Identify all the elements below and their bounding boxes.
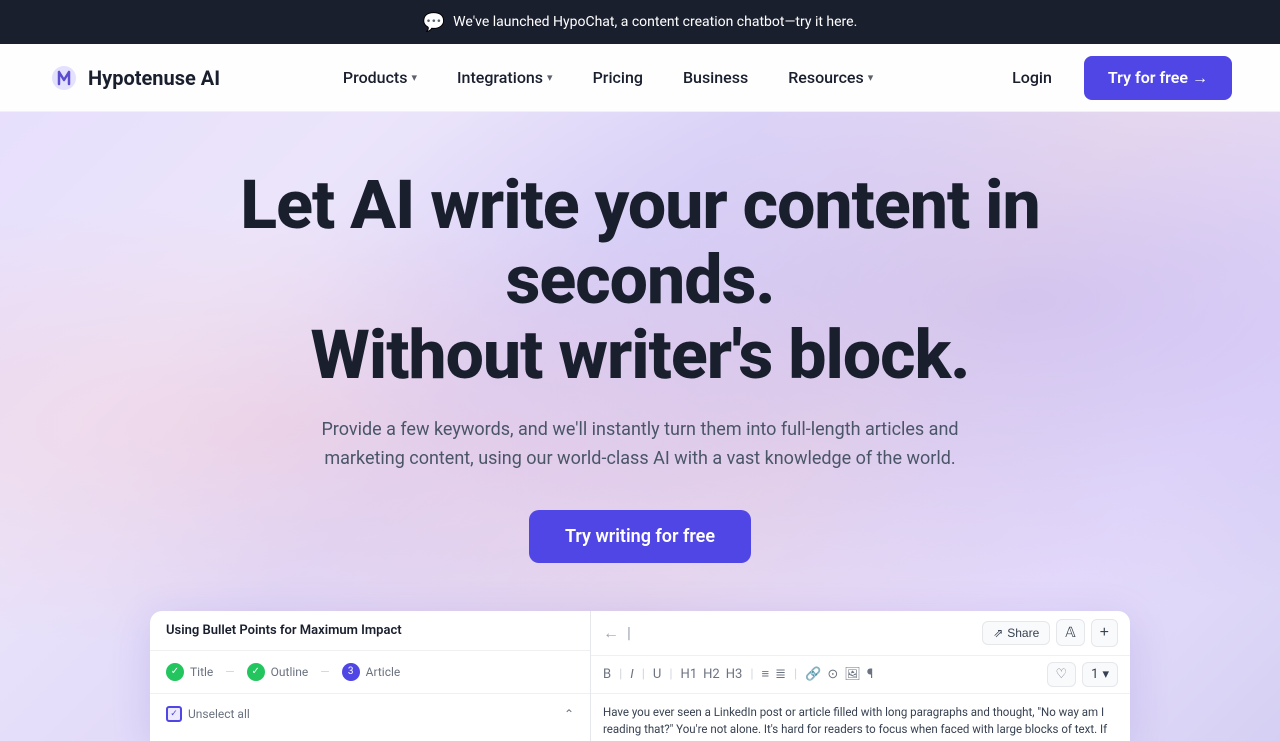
login-button[interactable]: Login xyxy=(996,60,1068,95)
format-h2[interactable]: H2 xyxy=(703,667,720,682)
format-h1[interactable]: H1 xyxy=(681,667,698,682)
share-icon: ⇗ xyxy=(993,626,1003,640)
format-bold[interactable]: B xyxy=(603,667,611,682)
format-toolbar: B | I | U | H1 H2 H3 | ≡ ≣ | 🔗 ⊙ 🖼 ¶ xyxy=(591,656,1130,694)
nav-pricing[interactable]: Pricing xyxy=(577,60,659,95)
format-h3[interactable]: H3 xyxy=(726,667,743,682)
try-writing-button[interactable]: Try writing for free xyxy=(529,510,751,563)
step-outline: ✓ Outline xyxy=(247,663,309,681)
format-image[interactable]: 🖼 xyxy=(844,667,861,682)
announcement-link[interactable]: We've launched HypoChat, a content creat… xyxy=(453,14,857,30)
share-button[interactable]: ⇗ Share xyxy=(982,621,1050,645)
preview-body-text: Have you ever seen a LinkedIn post or ar… xyxy=(591,694,1130,741)
preview-left-panel: Using Bullet Points for Maximum Impact ✓… xyxy=(150,611,591,741)
format-right: ♡ 1 ▾ xyxy=(1047,662,1119,687)
cursor-icon: | xyxy=(627,623,631,642)
format-options: B | I | U | H1 H2 H3 | ≡ ≣ | 🔗 ⊙ 🖼 ¶ xyxy=(603,666,873,682)
preview-right-toolbar: ← | ⇗ Share 𝔸 + xyxy=(591,611,1130,656)
step-title: ✓ Title xyxy=(166,663,213,681)
toolbar-back: ← | xyxy=(603,623,631,643)
toolbar-right-actions: ⇗ Share 𝔸 + xyxy=(982,619,1118,647)
count-button[interactable]: 1 ▾ xyxy=(1082,662,1118,687)
preview-article-title: Using Bullet Points for Maximum Impact xyxy=(150,611,590,651)
unselect-arrow: ⌃ xyxy=(564,707,574,721)
hero-title: Let AI write your content in seconds. Wi… xyxy=(210,168,1070,392)
preview-unselect: ✓ Unselect all ⌃ xyxy=(150,694,590,734)
step-article: 3 Article xyxy=(342,663,401,681)
logo-icon xyxy=(48,62,80,94)
unselect-label[interactable]: Unselect all xyxy=(188,707,250,721)
translate-icon: 𝔸 xyxy=(1065,624,1075,640)
chevron-down-icon: ▾ xyxy=(411,71,417,84)
step-title-icon: ✓ xyxy=(166,663,184,681)
format-list-ordered[interactable]: ≣ xyxy=(775,667,786,682)
format-list-unordered[interactable]: ≡ xyxy=(762,666,770,682)
format-link[interactable]: 🔗 xyxy=(805,667,821,682)
step-article-icon: 3 xyxy=(342,663,360,681)
logo[interactable]: Hypotenuse AI xyxy=(48,62,220,94)
format-para[interactable]: ¶ xyxy=(867,667,873,682)
ui-preview: Using Bullet Points for Maximum Impact ✓… xyxy=(150,611,1130,741)
nav-resources[interactable]: Resources ▾ xyxy=(772,60,889,95)
step-arrow-1: — xyxy=(225,665,234,679)
try-free-button[interactable]: Try for free → xyxy=(1084,56,1232,100)
announcement-bar: 💬 We've launched HypoChat, a content cre… xyxy=(0,0,1280,44)
hero-content: Let AI write your content in seconds. Wi… xyxy=(210,168,1070,563)
hero-section: Let AI write your content in seconds. Wi… xyxy=(0,112,1280,741)
nav-actions: Login Try for free → xyxy=(996,56,1232,100)
nav-business[interactable]: Business xyxy=(667,60,764,95)
nav-integrations[interactable]: Integrations ▾ xyxy=(441,60,569,95)
step-outline-icon: ✓ xyxy=(247,663,265,681)
nav-links: Products ▾ Integrations ▾ Pricing Busine… xyxy=(327,60,889,95)
translate-button[interactable]: 𝔸 xyxy=(1056,619,1084,646)
chevron-down-icon: ▾ xyxy=(868,71,874,84)
navbar: Hypotenuse AI Products ▾ Integrations ▾ … xyxy=(0,44,1280,112)
hero-subtitle: Provide a few keywords, and we'll instan… xyxy=(290,416,990,474)
format-italic[interactable]: I xyxy=(630,667,633,682)
heart-button[interactable]: ♡ xyxy=(1047,662,1077,687)
chevron-down-icon: ▾ xyxy=(547,71,553,84)
step-arrow-2: — xyxy=(320,665,329,679)
format-quote[interactable]: ⊙ xyxy=(827,667,838,682)
back-icon: ← xyxy=(603,623,619,643)
format-underline[interactable]: U xyxy=(653,667,661,682)
nav-products[interactable]: Products ▾ xyxy=(327,60,433,95)
logo-text: Hypotenuse AI xyxy=(88,66,220,90)
preview-steps: ✓ Title — ✓ Outline — 3 Article xyxy=(150,651,590,694)
count-chevron: ▾ xyxy=(1102,667,1109,682)
preview-right-panel: ← | ⇗ Share 𝔸 + B | xyxy=(591,611,1130,741)
add-button[interactable]: + xyxy=(1091,619,1118,647)
chat-icon: 💬 xyxy=(423,12,445,33)
